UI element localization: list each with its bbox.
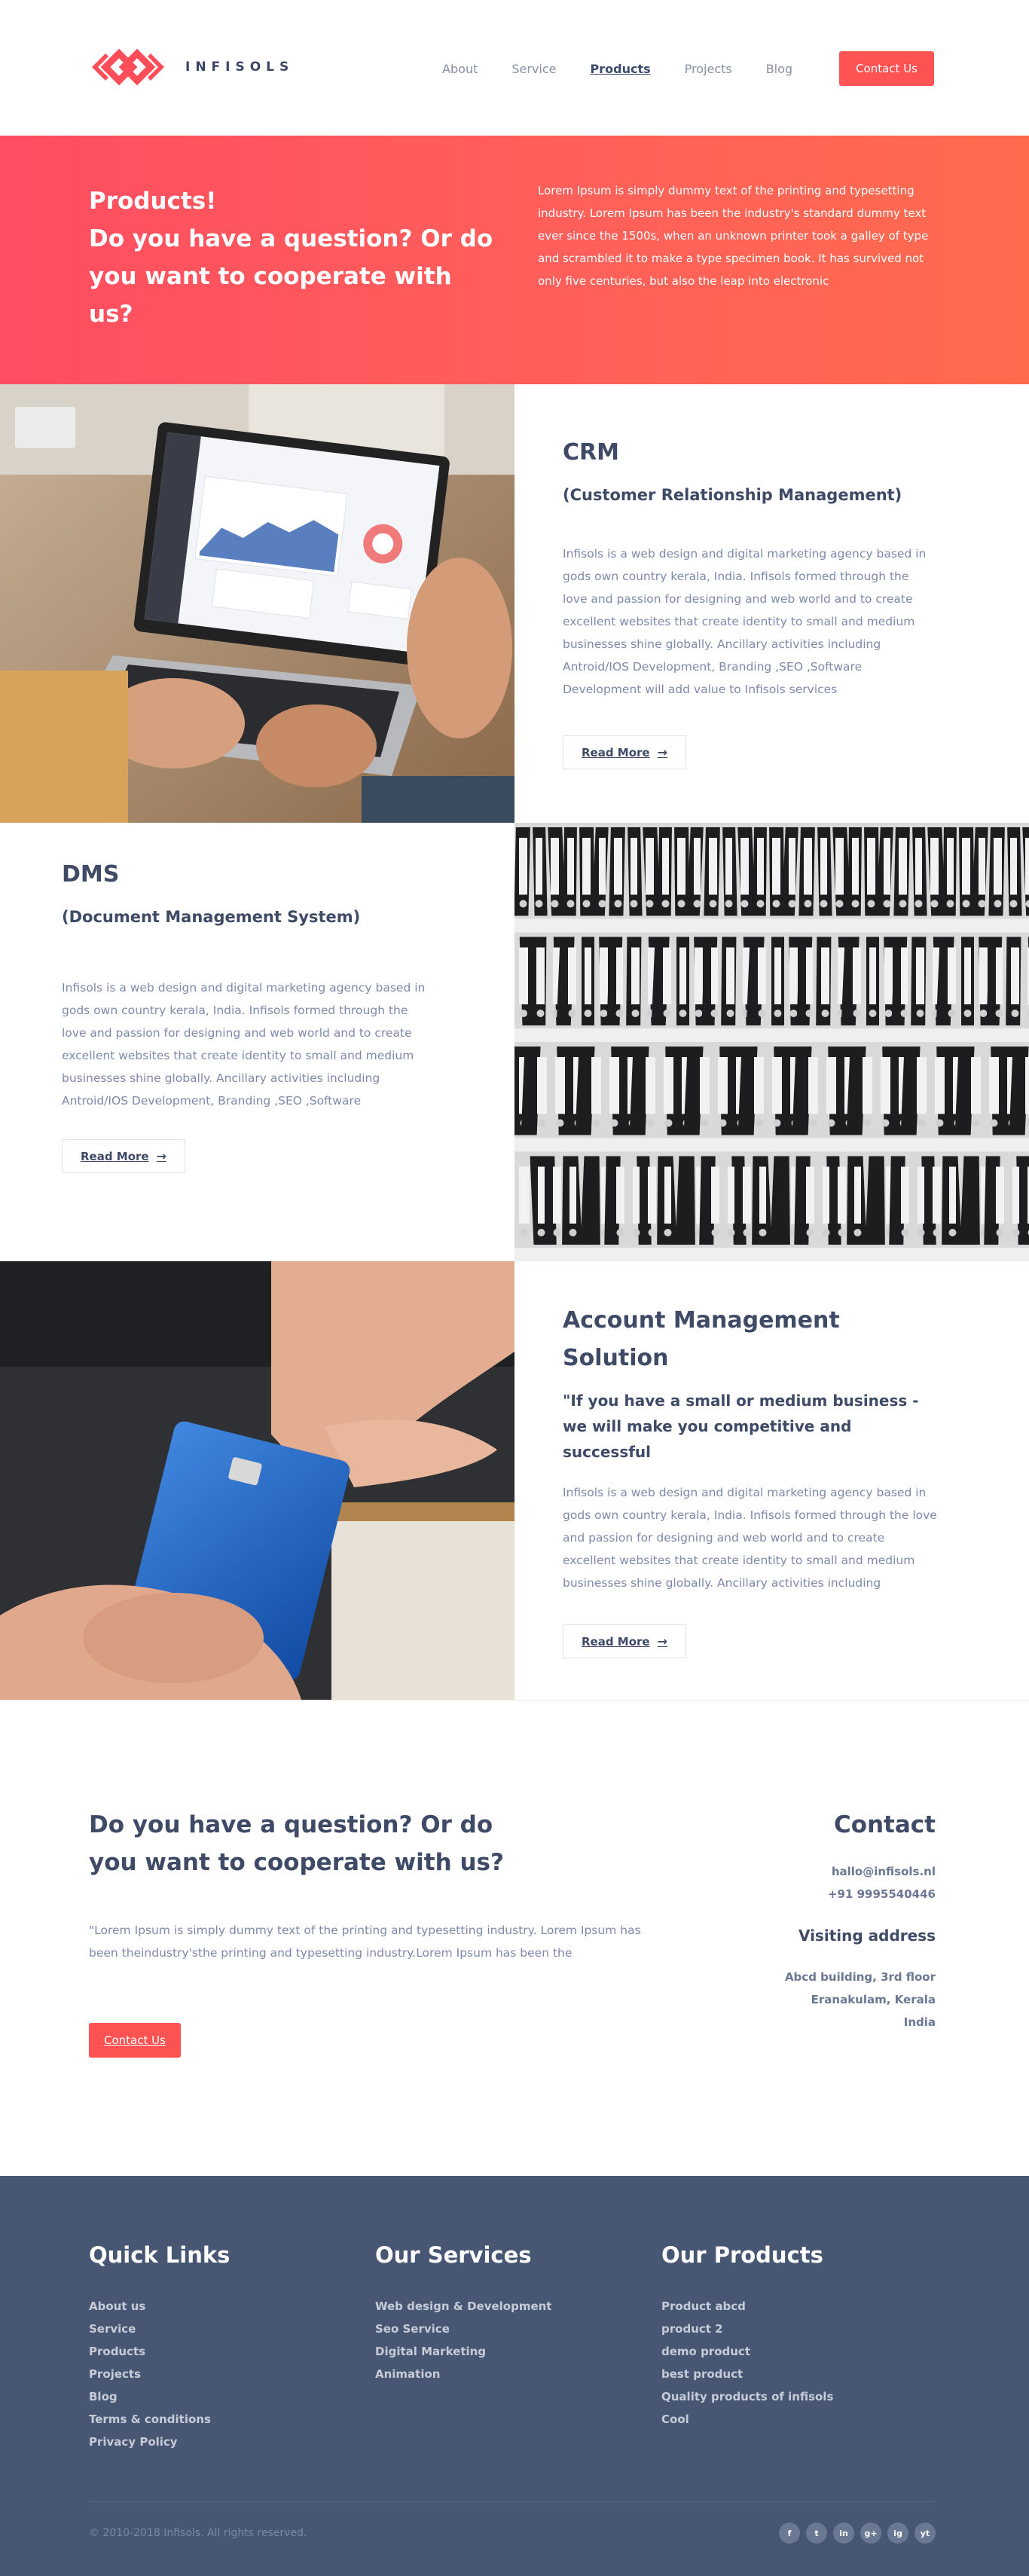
instagram-icon[interactable]: ig <box>887 2523 908 2544</box>
contact-details: Contact hallo@infisols.nl +91 9995540446… <box>785 1806 936 2034</box>
dms-title: DMS <box>62 861 120 888</box>
crm-read-more-button[interactable]: Read More → <box>563 735 687 769</box>
site-header: INFISOLS About Service Products Projects… <box>0 0 1029 136</box>
twitter-icon[interactable]: t <box>806 2523 827 2544</box>
services-title: Our Services <box>375 2242 532 2268</box>
footer-link-privacy[interactable]: Privacy Policy <box>89 2431 230 2453</box>
footer-product-3[interactable]: demo product <box>661 2340 833 2363</box>
arrow-right-icon: → <box>156 1149 167 1163</box>
nav-service[interactable]: Service <box>511 62 556 76</box>
account-description: Infisols is a web design and digital mar… <box>563 1486 937 1590</box>
contact-us-button[interactable]: Contact Us <box>839 51 934 86</box>
account-read-more-button[interactable]: Read More → <box>563 1624 687 1658</box>
visiting-address-title: Visiting address <box>798 1927 936 1945</box>
account-subtitle: "If you have a small or medium business … <box>563 1392 919 1461</box>
dms-text-block: DMS (Document Management System) Infisol… <box>0 823 514 1261</box>
nav-products[interactable]: Products <box>591 62 651 76</box>
hero-title-line-2: Do you have a question? Or do <box>89 225 493 252</box>
dms-binders-image <box>514 823 1029 1261</box>
contact-phone[interactable]: +91 9995540446 <box>785 1883 936 1905</box>
footer-service-seo[interactable]: Seo Service <box>375 2318 551 2340</box>
footer-service-animation[interactable]: Animation <box>375 2363 551 2385</box>
nav-blog[interactable]: Blog <box>766 62 792 76</box>
google-plus-icon[interactable]: g+ <box>860 2523 881 2544</box>
footer-link-service[interactable]: Service <box>89 2318 230 2340</box>
footer-product-5[interactable]: Quality products of infisols <box>661 2385 833 2408</box>
footer-link-terms[interactable]: Terms & conditions <box>89 2408 230 2431</box>
footer-product-4[interactable]: best product <box>661 2363 833 2385</box>
credit-card-image <box>0 1261 514 1700</box>
address-line-2: Eranakulam, Kerala <box>811 1993 936 2006</box>
address-line-3: India <box>903 2015 936 2029</box>
site-footer: Quick Links About us Service Products Pr… <box>0 2176 1029 2576</box>
footer-link-about[interactable]: About us <box>89 2295 230 2318</box>
hero-title-line-1: Products! <box>89 188 217 215</box>
nav-about[interactable]: About <box>442 62 478 76</box>
crm-title: CRM <box>563 439 619 466</box>
hero-title: Products! Do you have a question? Or do … <box>89 182 496 333</box>
dms-subtitle: (Document Management System) <box>62 908 361 926</box>
dms-description: Infisols is a web design and digital mar… <box>62 981 426 1108</box>
main-nav: About Service Products Projects Blog Con… <box>408 51 934 86</box>
read-more-label: Read More <box>582 745 650 759</box>
footer-product-1[interactable]: Product abcd <box>661 2295 833 2318</box>
footer-link-products[interactable]: Products <box>89 2340 230 2363</box>
page: INFISOLS About Service Products Projects… <box>0 0 1029 2576</box>
crm-subtitle: (Customer Relationship Management) <box>563 486 902 504</box>
crm-description: Infisols is a web design and digital mar… <box>563 547 927 696</box>
contact-title: Contact <box>833 1811 936 1838</box>
crm-text-block: CRM (Customer Relationship Management) I… <box>514 384 1029 823</box>
social-links: f t in g+ ig yt <box>773 2523 936 2544</box>
read-more-label: Read More <box>582 1634 650 1649</box>
footer-service-web-design[interactable]: Web design & Development <box>375 2295 551 2318</box>
dms-read-more-button[interactable]: Read More → <box>62 1139 186 1173</box>
products-title: Our Products <box>661 2242 823 2268</box>
hero-banner: Products! Do you have a question? Or do … <box>0 136 1029 384</box>
product-crm: CRM (Customer Relationship Management) I… <box>0 384 1029 823</box>
account-text-block: Account Management Solution "If you have… <box>514 1261 1029 1700</box>
contact-section: Do you have a question? Or do you want t… <box>0 1700 1029 2176</box>
footer-products: Our Products Product abcd product 2 demo… <box>661 2242 833 2431</box>
facebook-icon[interactable]: f <box>779 2523 800 2544</box>
arrow-right-icon: → <box>657 745 668 759</box>
contact-us-cta-button[interactable]: Contact Us <box>89 2023 181 2058</box>
contact-question-text: "Lorem Ipsum is simply dummy text of the… <box>89 1924 641 1960</box>
footer-services: Our Services Web design & Development Se… <box>375 2242 551 2385</box>
youtube-icon[interactable]: yt <box>914 2523 936 2544</box>
footer-link-projects[interactable]: Projects <box>89 2363 230 2385</box>
footer-product-6[interactable]: Cool <box>661 2408 833 2431</box>
crm-laptop-image <box>0 384 514 823</box>
contact-email[interactable]: hallo@infisols.nl <box>785 1860 936 1883</box>
footer-link-blog[interactable]: Blog <box>89 2385 230 2408</box>
footer-divider <box>89 2501 936 2502</box>
hero-text: Lorem Ipsum is simply dummy text of the … <box>538 184 929 288</box>
logo[interactable]: INFISOLS <box>89 44 294 90</box>
product-dms: DMS (Document Management System) Infisol… <box>0 823 1029 1261</box>
linkedin-icon[interactable]: in <box>833 2523 854 2544</box>
footer-product-2[interactable]: product 2 <box>661 2318 833 2340</box>
hero-title-line-3: you want to cooperate with us? <box>89 263 452 328</box>
brand-name: INFISOLS <box>185 60 295 75</box>
copyright: © 2010-2018 Infisols. All rights reserve… <box>89 2527 307 2539</box>
nav-projects[interactable]: Projects <box>685 62 732 76</box>
arrow-right-icon: → <box>657 1634 668 1649</box>
contact-question-title: Do you have a question? Or do you want t… <box>89 1811 504 1876</box>
account-title: Account Management Solution <box>563 1307 840 1371</box>
address-line-1: Abcd building, 3rd floor <box>784 1970 936 1984</box>
footer-service-digital-marketing[interactable]: Digital Marketing <box>375 2340 551 2363</box>
infisols-logo-icon <box>92 48 164 86</box>
footer-quick-links: Quick Links About us Service Products Pr… <box>89 2242 230 2453</box>
product-account: Account Management Solution "If you have… <box>0 1261 1029 1700</box>
quick-links-title: Quick Links <box>89 2242 231 2268</box>
read-more-label: Read More <box>81 1149 149 1163</box>
